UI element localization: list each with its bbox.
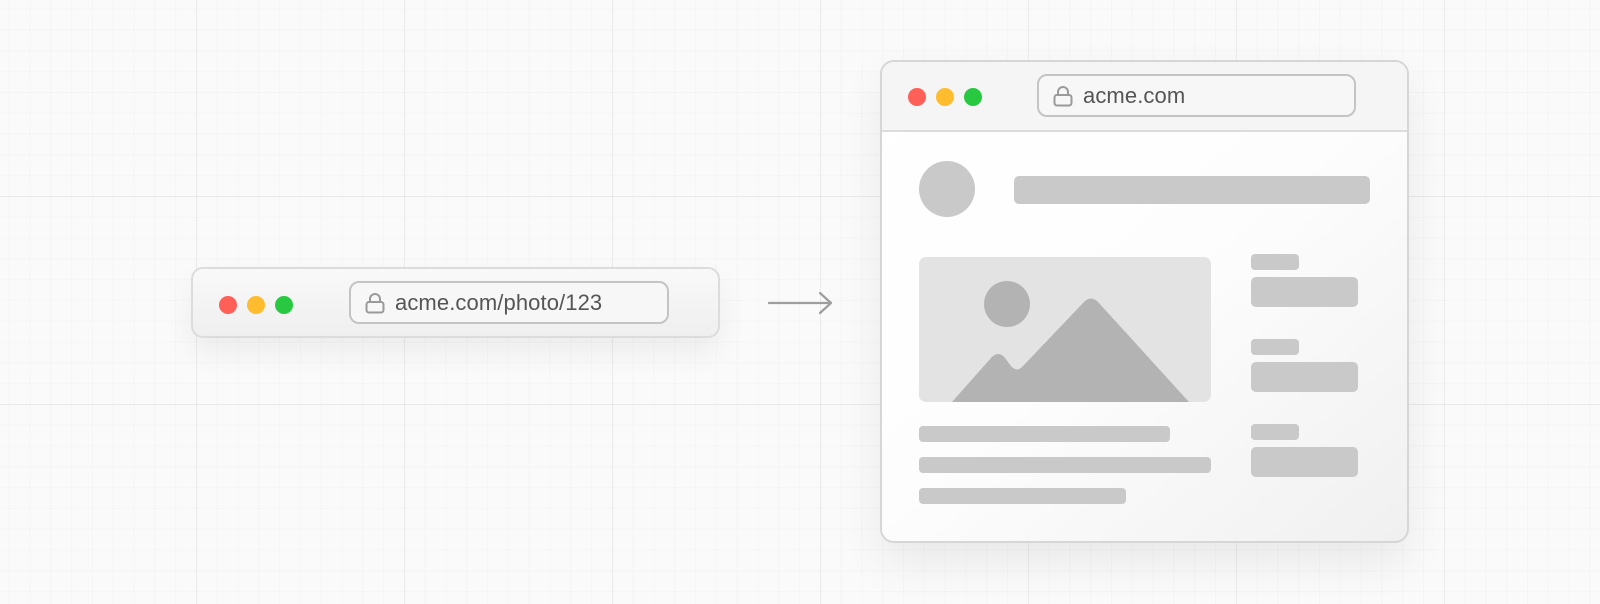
text-line-placeholder (919, 488, 1126, 504)
address-bar[interactable]: acme.com (1037, 74, 1356, 117)
image-placeholder (919, 257, 1211, 402)
lock-icon (1053, 85, 1073, 106)
sidebar-label-placeholder (1251, 339, 1299, 355)
address-bar-url: acme.com/photo/123 (395, 289, 603, 315)
window-controls (219, 296, 293, 314)
browser-title-bar: acme.com (882, 62, 1407, 132)
arrow-right-icon (768, 291, 833, 315)
sidebar-label-placeholder (1251, 254, 1299, 270)
address-bar-url: acme.com (1083, 82, 1186, 108)
close-dot-icon[interactable] (219, 296, 237, 314)
lock-icon (365, 292, 385, 313)
close-dot-icon[interactable] (908, 88, 926, 106)
text-line-placeholder (919, 457, 1211, 473)
sidebar-block-placeholder (1251, 277, 1358, 307)
large-browser-window: acme.com (880, 60, 1409, 543)
maximize-dot-icon[interactable] (275, 296, 293, 314)
page-content-skeleton (882, 132, 1407, 541)
text-line-placeholder (919, 426, 1170, 442)
window-controls (908, 88, 982, 106)
minimize-dot-icon[interactable] (247, 296, 265, 314)
address-bar[interactable]: acme.com/photo/123 (349, 281, 669, 324)
title-placeholder (1014, 176, 1370, 204)
sidebar-label-placeholder (1251, 424, 1299, 440)
sidebar-block-placeholder (1251, 447, 1358, 477)
minimize-dot-icon[interactable] (936, 88, 954, 106)
maximize-dot-icon[interactable] (964, 88, 982, 106)
small-browser-window: acme.com/photo/123 (191, 267, 720, 338)
avatar-placeholder (919, 161, 975, 217)
sidebar-block-placeholder (1251, 362, 1358, 392)
image-placeholder-icon (952, 281, 1189, 402)
